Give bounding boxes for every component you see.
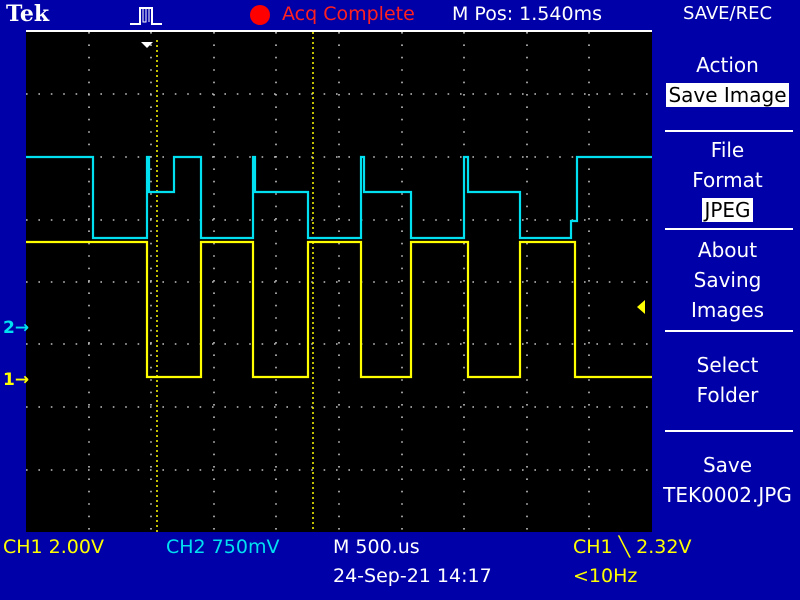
channel-2-marker: 2→ [3, 318, 30, 338]
menu-file-format-value: JPEG [702, 198, 753, 222]
menu-about-line1: About [697, 238, 758, 262]
menu-title: SAVE/REC [682, 3, 773, 24]
save-rec-menu: SAVE/REC Action Save Image File Format J… [655, 0, 800, 600]
channel-1-marker: 1→ [3, 370, 30, 390]
ch1-scale-readout: CH1 2.00V [3, 536, 104, 558]
menu-about-line3: Images [690, 298, 765, 322]
top-status-bar: Tek Acq Complete M Pos: 1.540ms [0, 0, 655, 30]
menu-file-format-line2: Format [692, 168, 763, 192]
waveform-plot [26, 32, 652, 532]
menu-save-filename: TEK0002.JPG [663, 483, 792, 507]
trigger-readout: CH1 ╲ 2.32V [573, 536, 692, 558]
menu-select-folder-line2: Folder [696, 383, 759, 407]
menu-divider [665, 130, 793, 132]
menu-save-line1: Save [702, 453, 753, 477]
timebase-readout: M 500.us [333, 536, 420, 558]
menu-action-label: Action [696, 53, 759, 77]
menu-action-value: Save Image [666, 83, 789, 107]
acq-status-text: Acq Complete [282, 3, 415, 25]
trigger-pulse-icon [130, 7, 162, 25]
menu-about-line2: Saving [693, 268, 762, 292]
ch2-scale-readout: CH2 750mV [166, 536, 280, 558]
trigger-level-marker-icon [637, 300, 645, 314]
menu-divider [665, 228, 793, 230]
horizontal-position-readout: M Pos: 1.540ms [452, 3, 602, 25]
graticule [26, 32, 652, 532]
brand-logo: Tek [6, 1, 50, 27]
acq-status-indicator-icon [250, 5, 270, 25]
channel-1-trace [26, 240, 652, 379]
menu-select-folder-line1: Select [696, 353, 759, 377]
menu-divider [665, 330, 793, 332]
date-time-readout: 24-Sep-21 14:17 [333, 565, 492, 587]
menu-file-format-line1: File [710, 138, 745, 162]
menu-divider [665, 430, 793, 432]
waveform-display [26, 30, 652, 532]
frequency-readout: <10Hz [573, 565, 638, 587]
